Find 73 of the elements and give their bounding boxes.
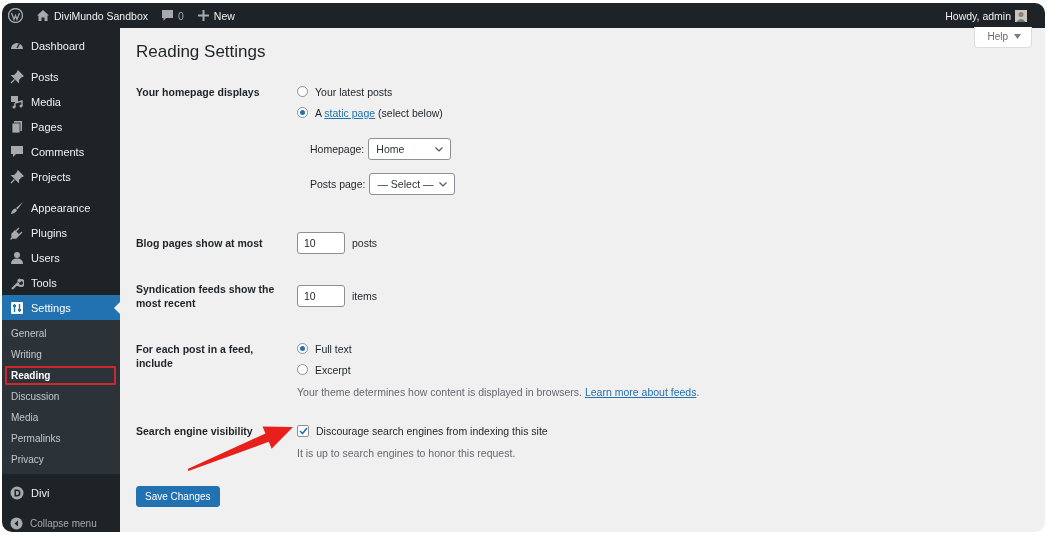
plug-icon	[10, 225, 24, 240]
comments-link[interactable]: 0	[162, 9, 184, 22]
option-label: Excerpt	[315, 363, 351, 376]
number-field[interactable]: 10	[297, 285, 345, 307]
comment-icon	[162, 10, 173, 21]
description-text: It is up to search engines to honor this request.	[297, 446, 516, 461]
pointer-icon	[114, 301, 120, 314]
account-link[interactable]: Howdy, admin	[945, 9, 1027, 22]
wrench-icon	[10, 275, 24, 290]
sidebar-item[interactable]: Media	[2, 89, 120, 114]
help-button[interactable]: Help	[974, 27, 1032, 48]
dropdown-label: Homepage:	[310, 143, 365, 155]
user-icon	[10, 250, 24, 265]
sidebar-item[interactable]: Projects	[2, 164, 120, 189]
setting-label: Blog pages show at most	[136, 235, 263, 250]
save-button[interactable]: Save Changes	[136, 486, 220, 507]
radio-button[interactable]	[297, 86, 308, 97]
option-label: Full text	[315, 342, 352, 355]
sidebar-item[interactable]: Plugins	[2, 220, 120, 245]
number-field[interactable]: 10	[297, 231, 345, 254]
logo-icon	[10, 485, 24, 500]
caret-icon	[1014, 34, 1021, 39]
submenu-item[interactable]: Writing	[2, 344, 120, 365]
option-label: A static page (select below)	[315, 106, 443, 119]
static-page-link[interactable]: static page	[324, 106, 376, 119]
sidebar-item[interactable]: Settings	[2, 295, 120, 320]
checkbox[interactable]	[297, 424, 309, 437]
sidebar-item[interactable]: Dashboard	[2, 33, 120, 58]
pin-icon	[10, 69, 24, 84]
chevron-down-icon	[439, 181, 448, 187]
avatar-icon	[1015, 9, 1027, 22]
sidebar-item[interactable]: Divi	[2, 480, 120, 505]
radio-button[interactable]	[297, 107, 308, 118]
submenu-item[interactable]: Reading	[4, 365, 117, 386]
submenu-item[interactable]: Media	[2, 407, 120, 428]
wordpress-logo-icon[interactable]	[8, 8, 23, 23]
setting-label: Syndication feeds show the most recent	[136, 282, 276, 310]
unit-label: posts	[352, 236, 378, 249]
sidebar-item[interactable]: Tools	[2, 270, 120, 295]
chevron-down-icon	[435, 146, 444, 152]
brush-icon	[10, 200, 24, 215]
dropdown-label: Posts page:	[310, 178, 366, 190]
sidebar-item[interactable]: Appearance	[2, 195, 120, 220]
dropdown[interactable]: Home	[368, 138, 452, 160]
radio-button[interactable]	[297, 364, 308, 375]
media-icon	[10, 94, 24, 109]
dropdown[interactable]: — Select —	[369, 173, 456, 195]
radio-button[interactable]	[297, 343, 308, 354]
plus-icon	[197, 10, 209, 21]
submenu-item[interactable]: General	[2, 323, 120, 344]
sidebar-item[interactable]: Posts	[2, 64, 120, 89]
page-title: Reading Settings	[136, 41, 266, 63]
sidebar-item[interactable]: Pages	[2, 114, 120, 139]
checkbox-label: Discourage search engines from indexing this site	[316, 424, 548, 437]
home-icon	[37, 10, 49, 21]
setting-label: Search engine visibility	[136, 424, 253, 438]
submenu-item[interactable]: Privacy	[2, 449, 120, 470]
collapse-menu-button[interactable]: Collapse menu	[2, 511, 120, 532]
site-name-link[interactable]: DiviMundo Sandbox	[37, 9, 148, 22]
pages-icon	[10, 119, 24, 134]
sidebar-item[interactable]: Comments	[2, 139, 120, 164]
comment-icon	[10, 144, 24, 159]
option-label: Your latest posts	[315, 85, 393, 98]
new-link[interactable]: New	[197, 9, 235, 22]
submenu-item[interactable]: Permalinks	[2, 428, 120, 449]
sidebar-item[interactable]: Users	[2, 245, 120, 270]
settings-icon	[10, 300, 24, 315]
pin-icon	[10, 169, 24, 184]
setting-label: Your homepage displays	[136, 85, 260, 99]
description-text: Your theme determines how content is displayed in browsers. Learn more about feeds.	[297, 385, 700, 400]
submenu-item[interactable]: Discussion	[2, 386, 120, 407]
setting-label: For each post in a feed, include	[136, 342, 255, 370]
unit-label: items	[352, 290, 378, 302]
